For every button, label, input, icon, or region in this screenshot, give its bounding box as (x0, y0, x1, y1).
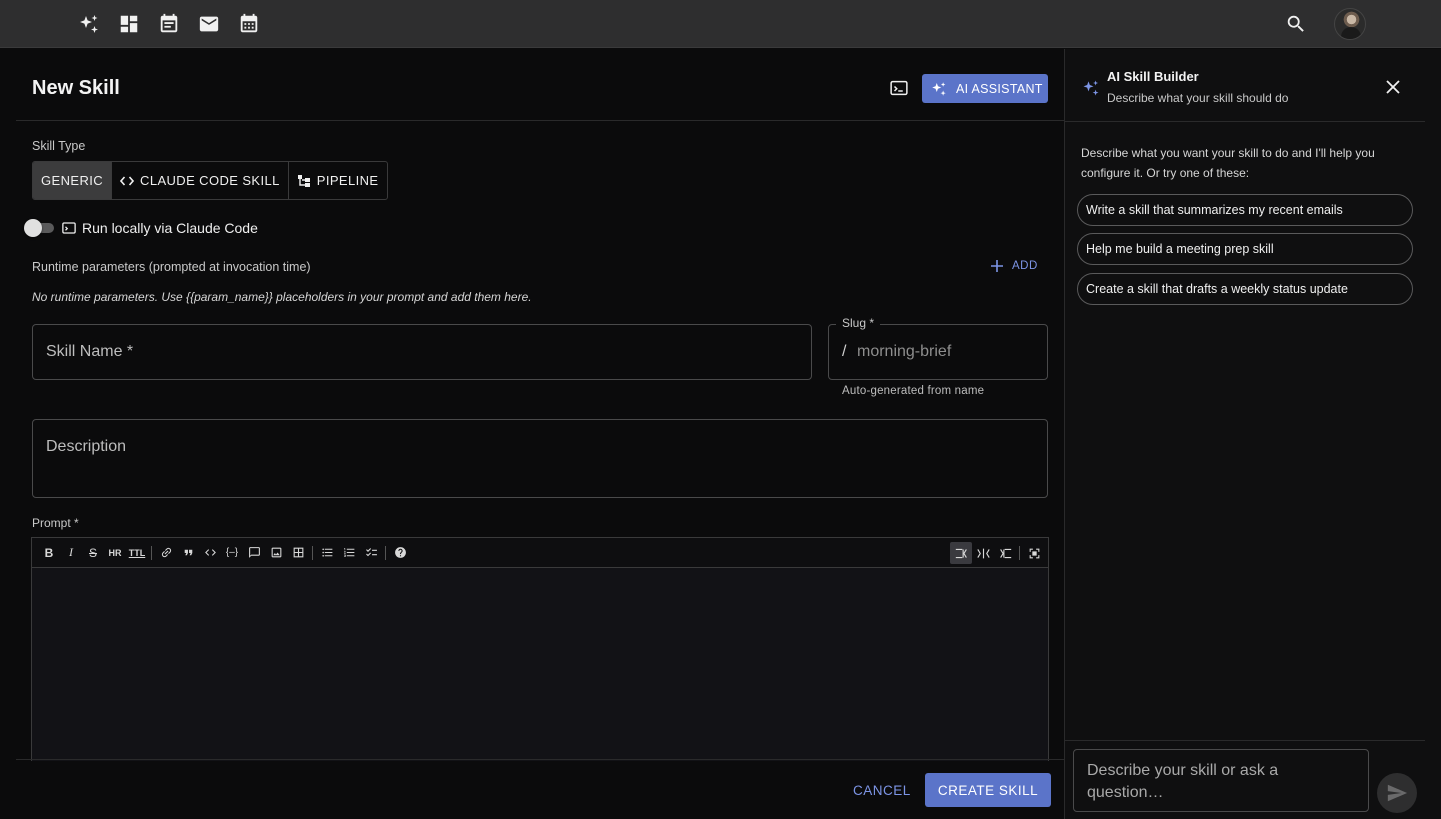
toolbar-separator (1019, 546, 1020, 560)
mail-icon[interactable] (197, 12, 221, 36)
italic-icon[interactable]: I (60, 542, 82, 564)
ai-assistant-label: AI ASSISTANT (956, 81, 1043, 96)
create-skill-button[interactable]: CREATE SKILL (925, 773, 1051, 807)
prompt-editor: B I S HR TTL {–} (31, 537, 1049, 761)
link-icon[interactable] (155, 542, 177, 564)
editor-only-view-icon[interactable] (950, 542, 972, 564)
panel-input-divider (1065, 740, 1425, 741)
plus-icon (991, 260, 1003, 272)
skill-type-toggle-group: GENERIC CLAUDE CODE SKILL PIPELINE (32, 161, 388, 200)
run-locally-label: Run locally via Claude Code (82, 220, 258, 236)
search-icon[interactable] (1284, 12, 1308, 36)
code-icon[interactable] (199, 542, 221, 564)
sparkles-icon[interactable] (77, 12, 101, 36)
add-parameter-label: ADD (1012, 260, 1038, 272)
checklist-icon[interactable] (360, 542, 382, 564)
slug-label: Slug * (836, 316, 881, 330)
ai-skill-builder-panel: AI Skill Builder Describe what your skil… (1064, 49, 1441, 819)
skill-name-field (32, 324, 812, 380)
help-icon[interactable] (389, 542, 411, 564)
send-icon (1387, 784, 1408, 802)
panel-divider (1065, 121, 1425, 122)
preview-view-icon[interactable] (994, 542, 1016, 564)
slug-prefix: / (842, 343, 847, 360)
run-locally-switch[interactable] (24, 219, 56, 237)
dashboard-icon[interactable] (117, 12, 141, 36)
suggestion-chip[interactable]: Help me build a meeting prep skill (1077, 233, 1413, 265)
fullscreen-icon[interactable] (1023, 542, 1045, 564)
slug-input[interactable] (829, 325, 1047, 379)
runtime-params-label: Runtime parameters (prompted at invocati… (32, 260, 311, 274)
skill-type-pipeline-label: PIPELINE (316, 173, 379, 188)
panel-title: AI Skill Builder (1107, 69, 1199, 84)
run-locally-row: Run locally via Claude Code (62, 220, 258, 236)
switch-knob (24, 219, 42, 237)
description-field (32, 419, 1048, 498)
skill-type-claude-code-label: CLAUDE CODE SKILL (140, 173, 280, 188)
page-title: New Skill (32, 77, 120, 99)
skill-type-pipeline[interactable]: PIPELINE (289, 162, 387, 199)
suggestion-chip[interactable]: Write a skill that summarizes my recent … (1077, 194, 1413, 226)
toolbar-separator (385, 545, 386, 560)
prompt-label: Prompt * (32, 516, 79, 530)
suggestion-chip[interactable]: Create a skill that drafts a weekly stat… (1077, 273, 1413, 305)
skill-type-generic[interactable]: GENERIC (33, 162, 113, 199)
bulleted-list-icon[interactable] (316, 542, 338, 564)
runtime-params-hint: No runtime parameters. Use {{param_name}… (32, 290, 532, 304)
event-note-icon[interactable] (157, 12, 181, 36)
comment-icon[interactable] (243, 542, 265, 564)
close-icon[interactable] (1383, 77, 1403, 97)
table-icon[interactable] (287, 542, 309, 564)
sparkles-icon (1083, 80, 1099, 96)
skill-type-claude-code[interactable]: CLAUDE CODE SKILL (112, 162, 289, 199)
skill-name-input[interactable] (33, 325, 811, 379)
send-button[interactable] (1377, 773, 1417, 813)
slug-field (828, 324, 1048, 380)
skill-form: New Skill AI ASSISTANT Skill Type GENERI… (0, 49, 1064, 819)
chat-input[interactable] (1074, 750, 1368, 811)
code-block-icon[interactable]: {–} (221, 542, 243, 564)
app-bar (0, 0, 1441, 48)
sparkles-icon (932, 81, 946, 96)
cancel-button[interactable]: CANCEL (845, 773, 919, 807)
chat-input-field (1073, 749, 1369, 812)
split-view-icon[interactable] (972, 542, 994, 564)
toolbar-separator (312, 545, 313, 560)
terminal-icon (62, 222, 76, 234)
pipeline-icon (297, 174, 310, 187)
calendar-icon[interactable] (237, 12, 261, 36)
ai-assistant-button[interactable]: AI ASSISTANT (922, 74, 1048, 103)
image-icon[interactable] (265, 542, 287, 564)
numbered-list-icon[interactable] (338, 542, 360, 564)
code-icon (120, 175, 135, 186)
description-input[interactable] (33, 420, 1047, 497)
heading-icon[interactable]: TTL (126, 542, 148, 564)
footer-divider (16, 759, 1064, 760)
editor-view-controls (950, 542, 1045, 564)
skill-type-generic-label: GENERIC (41, 173, 104, 188)
quote-icon[interactable] (177, 542, 199, 564)
terminal-icon[interactable] (888, 79, 910, 97)
user-avatar[interactable] (1334, 8, 1366, 40)
horizontal-rule-icon[interactable]: HR (104, 542, 126, 564)
toolbar-separator (151, 545, 152, 560)
editor-toolbar: B I S HR TTL {–} (32, 538, 1048, 568)
header-divider (16, 120, 1064, 121)
skill-type-label: Skill Type (32, 139, 86, 153)
panel-subtitle: Describe what your skill should do (1107, 91, 1289, 105)
panel-intro-text: Describe what you want your skill to do … (1081, 146, 1375, 180)
bold-icon[interactable]: B (38, 542, 60, 564)
slug-helper-text: Auto-generated from name (842, 385, 985, 397)
add-parameter-button[interactable]: ADD (990, 259, 1038, 273)
strikethrough-icon[interactable]: S (82, 542, 104, 564)
